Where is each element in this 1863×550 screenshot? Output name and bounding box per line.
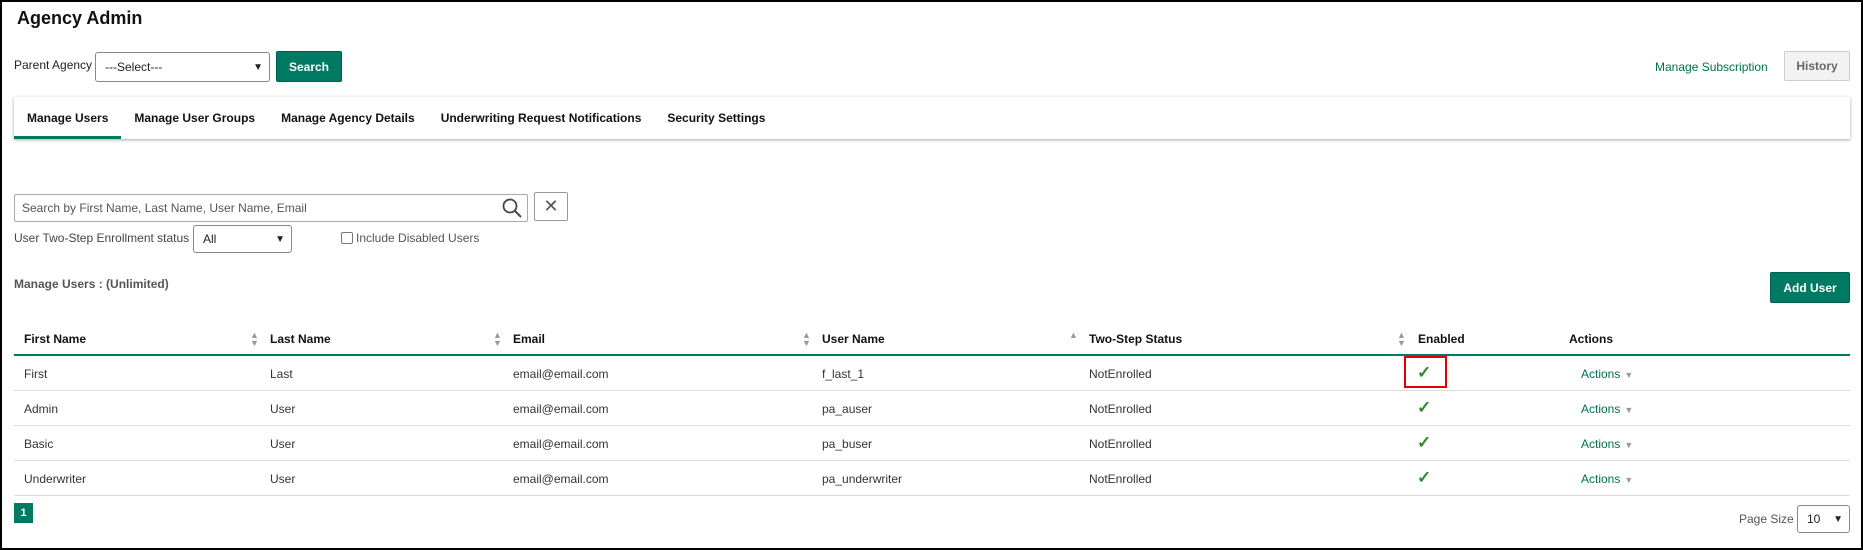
cell-email: email@email.com [513,437,609,451]
column-header-two-step-status[interactable]: Two-Step Status [1089,332,1182,346]
sort-icon[interactable]: ▲ ▼ [802,331,811,348]
enrollment-status-label: User Two-Step Enrollment status [14,231,190,245]
enrollment-status-value: All [203,232,217,246]
cell-two-step-status: NotEnrolled [1089,367,1152,381]
cell-last-name: User [270,472,296,486]
clear-search-button[interactable]: ✕ [534,192,568,221]
user-search-input[interactable]: Search by First Name, Last Name, User Na… [14,194,528,222]
caret-down-icon: ▼ [1624,405,1634,415]
row-actions-dropdown[interactable]: Actions ▼ [1581,437,1633,451]
caret-down-icon: ▼ [1624,370,1634,380]
row-actions-dropdown[interactable]: Actions ▼ [1581,367,1633,381]
tab-bar: Manage Users Manage User Groups Manage A… [14,97,1850,139]
parent-agency-select[interactable]: ---Select--- ▼ [95,52,270,82]
cell-first-name: Admin [24,402,59,416]
column-header-user-name[interactable]: User Name [822,332,885,346]
cell-user-name: pa_underwriter [822,472,903,486]
check-icon: ✓ [1417,468,1432,487]
caret-down-icon: ▼ [1624,440,1634,450]
cell-user-name: f_last_1 [822,367,865,381]
parent-agency-value: ---Select--- [105,60,163,74]
enrollment-status-select[interactable]: All ▼ [193,225,292,253]
column-header-actions: Actions [1569,332,1614,346]
chevron-down-icon: ▼ [253,61,263,73]
chevron-down-icon: ▼ [1833,513,1843,525]
cell-first-name: First [24,367,48,381]
row-actions-label: Actions [1581,472,1621,486]
row-actions-dropdown[interactable]: Actions ▼ [1581,402,1633,416]
cell-last-name: Last [270,367,293,381]
close-icon: ✕ [543,196,559,216]
tab-underwriting-request-notifications[interactable]: Underwriting Request Notifications [428,97,655,139]
row-actions-label: Actions [1581,367,1621,381]
sort-icon[interactable]: ▲ ▼ [1397,331,1406,348]
cell-last-name: User [270,402,296,416]
cell-first-name: Underwriter [24,472,87,486]
check-icon: ✓ [1417,398,1432,417]
row-divider [14,495,1850,496]
pagination-page-button[interactable]: 1 [14,503,33,523]
page-size-label: Page Size [1739,512,1794,526]
column-header-enabled[interactable]: Enabled [1418,332,1465,346]
column-header-first-name[interactable]: First Name [24,332,86,346]
row-divider [14,425,1850,426]
row-divider [14,460,1850,461]
cell-email: email@email.com [513,472,609,486]
column-header-last-name[interactable]: Last Name [270,332,331,346]
window-frame [0,0,1863,550]
sort-icon[interactable]: ▲ ▼ [250,331,259,348]
sort-ascending-icon[interactable]: ▲ [1069,331,1078,340]
chevron-down-icon: ▼ [275,233,285,245]
cell-first-name: Basic [24,437,54,451]
search-button[interactable]: Search [276,51,342,82]
cell-two-step-status: NotEnrolled [1089,472,1152,486]
check-icon: ✓ [1417,433,1432,452]
row-divider [14,390,1850,391]
tab-security-settings[interactable]: Security Settings [654,97,778,139]
include-disabled-label: Include Disabled Users [356,231,480,245]
manage-subscription-link[interactable]: Manage Subscription [1655,60,1768,74]
cell-two-step-status: NotEnrolled [1089,402,1152,416]
manage-users-count-label: Manage Users : (Unlimited) [14,277,169,291]
row-actions-dropdown[interactable]: Actions ▼ [1581,472,1633,486]
parent-agency-label: Parent Agency [14,58,93,72]
cell-user-name: pa_auser [822,402,873,416]
cell-email: email@email.com [513,367,609,381]
page-size-select[interactable]: 10 ▼ [1797,505,1850,533]
tab-manage-user-groups[interactable]: Manage User Groups [121,97,268,139]
tab-manage-users[interactable]: Manage Users [14,97,122,139]
add-user-button[interactable]: Add User [1770,272,1850,303]
row-actions-label: Actions [1581,437,1621,451]
cell-last-name: User [270,437,296,451]
highlight-box [1404,356,1447,388]
magnifier-icon[interactable] [500,196,524,220]
page-title: Agency Admin [17,8,143,28]
table-header-divider [14,354,1850,356]
history-button[interactable]: History [1784,51,1850,81]
sort-icon[interactable]: ▲ ▼ [493,331,502,348]
cell-email: email@email.com [513,402,609,416]
tab-manage-agency-details[interactable]: Manage Agency Details [268,97,428,139]
column-header-email[interactable]: Email [513,332,545,346]
cell-two-step-status: NotEnrolled [1089,437,1152,451]
cell-user-name: pa_buser [822,437,873,451]
row-actions-label: Actions [1581,402,1621,416]
user-search-placeholder: Search by First Name, Last Name, User Na… [22,201,307,215]
caret-down-icon: ▼ [1624,475,1634,485]
page-size-value: 10 [1807,512,1821,526]
include-disabled-checkbox[interactable] [341,232,353,244]
